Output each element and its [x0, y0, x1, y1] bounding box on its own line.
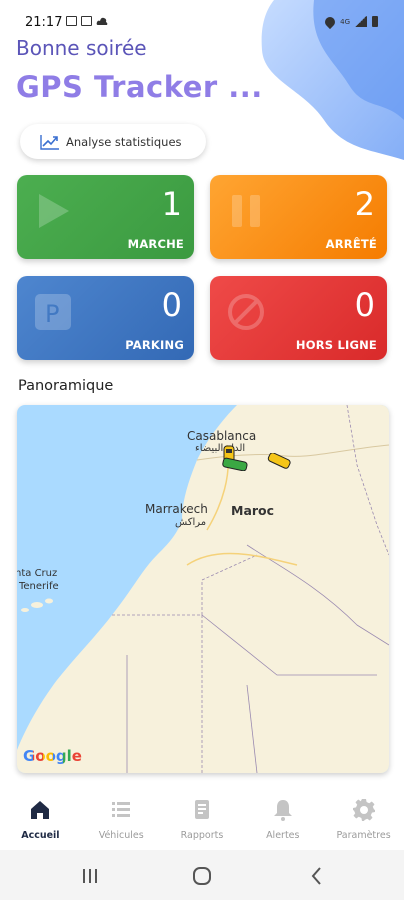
marche-count: 1 — [161, 185, 182, 223]
nav-label-vehicules: Véhicules — [98, 830, 144, 841]
google-attribution: Google — [23, 747, 82, 765]
nav-item-rapports[interactable]: Rapports — [162, 788, 242, 848]
home-circle-icon[interactable] — [190, 865, 214, 887]
trend-chart-icon — [40, 134, 59, 150]
map-label-maroc: Maroc — [231, 503, 275, 518]
nav-label-rapports: Rapports — [180, 830, 224, 841]
bell-icon — [273, 800, 292, 821]
parking-icon: P — [35, 294, 71, 330]
map-label-marrakech-ar: مراكش — [175, 517, 207, 528]
network-type: 4G — [340, 17, 350, 26]
list-icon — [112, 802, 131, 817]
cloud-icon — [96, 17, 108, 25]
play-icon — [39, 194, 69, 228]
nav-label-accueil: Accueil — [21, 830, 60, 841]
map-label-marrakech: Marrakech — [145, 502, 208, 516]
card-arrete[interactable]: 2 ARRÊTÉ — [210, 175, 387, 259]
car-yellow-icon[interactable] — [267, 453, 291, 469]
card-marche[interactable]: 1 MARCHE — [17, 175, 194, 259]
map-background — [17, 405, 389, 773]
map-label-tenerife: Tenerife — [19, 581, 59, 592]
signal-icon — [355, 16, 367, 27]
statistics-analysis-button[interactable]: Analyse statistiques — [20, 124, 206, 159]
map-view[interactable]: Casablanca الدار البيضاء Marrakech مراكش… — [17, 405, 389, 773]
system-navigation-bar — [0, 850, 404, 900]
blocked-icon — [228, 294, 264, 330]
hors-ligne-label: HORS LIGNE — [295, 338, 377, 352]
map-label-santa-cruz: nta Cruz — [17, 568, 58, 579]
svg-text:P: P — [45, 300, 59, 328]
photo-icon — [66, 16, 77, 26]
nav-label-parametres: Paramètres — [336, 830, 391, 841]
panorama-title: Panoramique — [18, 378, 114, 394]
screen-icon — [81, 16, 92, 26]
nav-item-alertes[interactable]: Alertes — [243, 788, 323, 848]
pause-icon — [232, 195, 260, 227]
status-time: 21:17 — [25, 15, 63, 30]
nav-item-accueil[interactable]: Accueil — [0, 788, 80, 848]
google-attribution-text: Google — [23, 747, 82, 765]
card-parking[interactable]: P 0 PARKING — [17, 276, 194, 360]
gear-icon — [352, 799, 375, 821]
hors-ligne-count: 0 — [354, 286, 375, 324]
car-green-icon[interactable] — [222, 457, 248, 471]
parking-label: PARKING — [125, 338, 184, 352]
app-title: GPS Tracker ... — [16, 70, 263, 104]
location-icon — [323, 14, 338, 29]
battery-icon — [372, 16, 378, 27]
map-label-casablanca: Casablanca — [187, 429, 257, 443]
greeting-text: Bonne soirée — [16, 36, 147, 60]
arrete-count: 2 — [354, 185, 375, 223]
statistics-analysis-label: Analyse statistiques — [66, 134, 182, 149]
recents-icon[interactable] — [78, 865, 102, 887]
back-icon[interactable] — [305, 865, 329, 887]
marche-label: MARCHE — [127, 237, 184, 251]
bottom-navigation: Accueil Véhicules Rapports Alertes Param… — [0, 788, 404, 848]
nav-label-alertes: Alertes — [266, 830, 300, 841]
report-icon — [194, 800, 209, 819]
arrete-label: ARRÊTÉ — [325, 237, 377, 251]
home-icon — [31, 801, 50, 819]
parking-count: 0 — [161, 286, 182, 324]
card-hors-ligne[interactable]: 0 HORS LIGNE — [210, 276, 387, 360]
nav-item-parametres[interactable]: Paramètres — [324, 788, 404, 848]
nav-item-vehicules[interactable]: Véhicules — [81, 788, 161, 848]
map-label-casablanca-ar: الدار البيضاء — [195, 443, 246, 454]
